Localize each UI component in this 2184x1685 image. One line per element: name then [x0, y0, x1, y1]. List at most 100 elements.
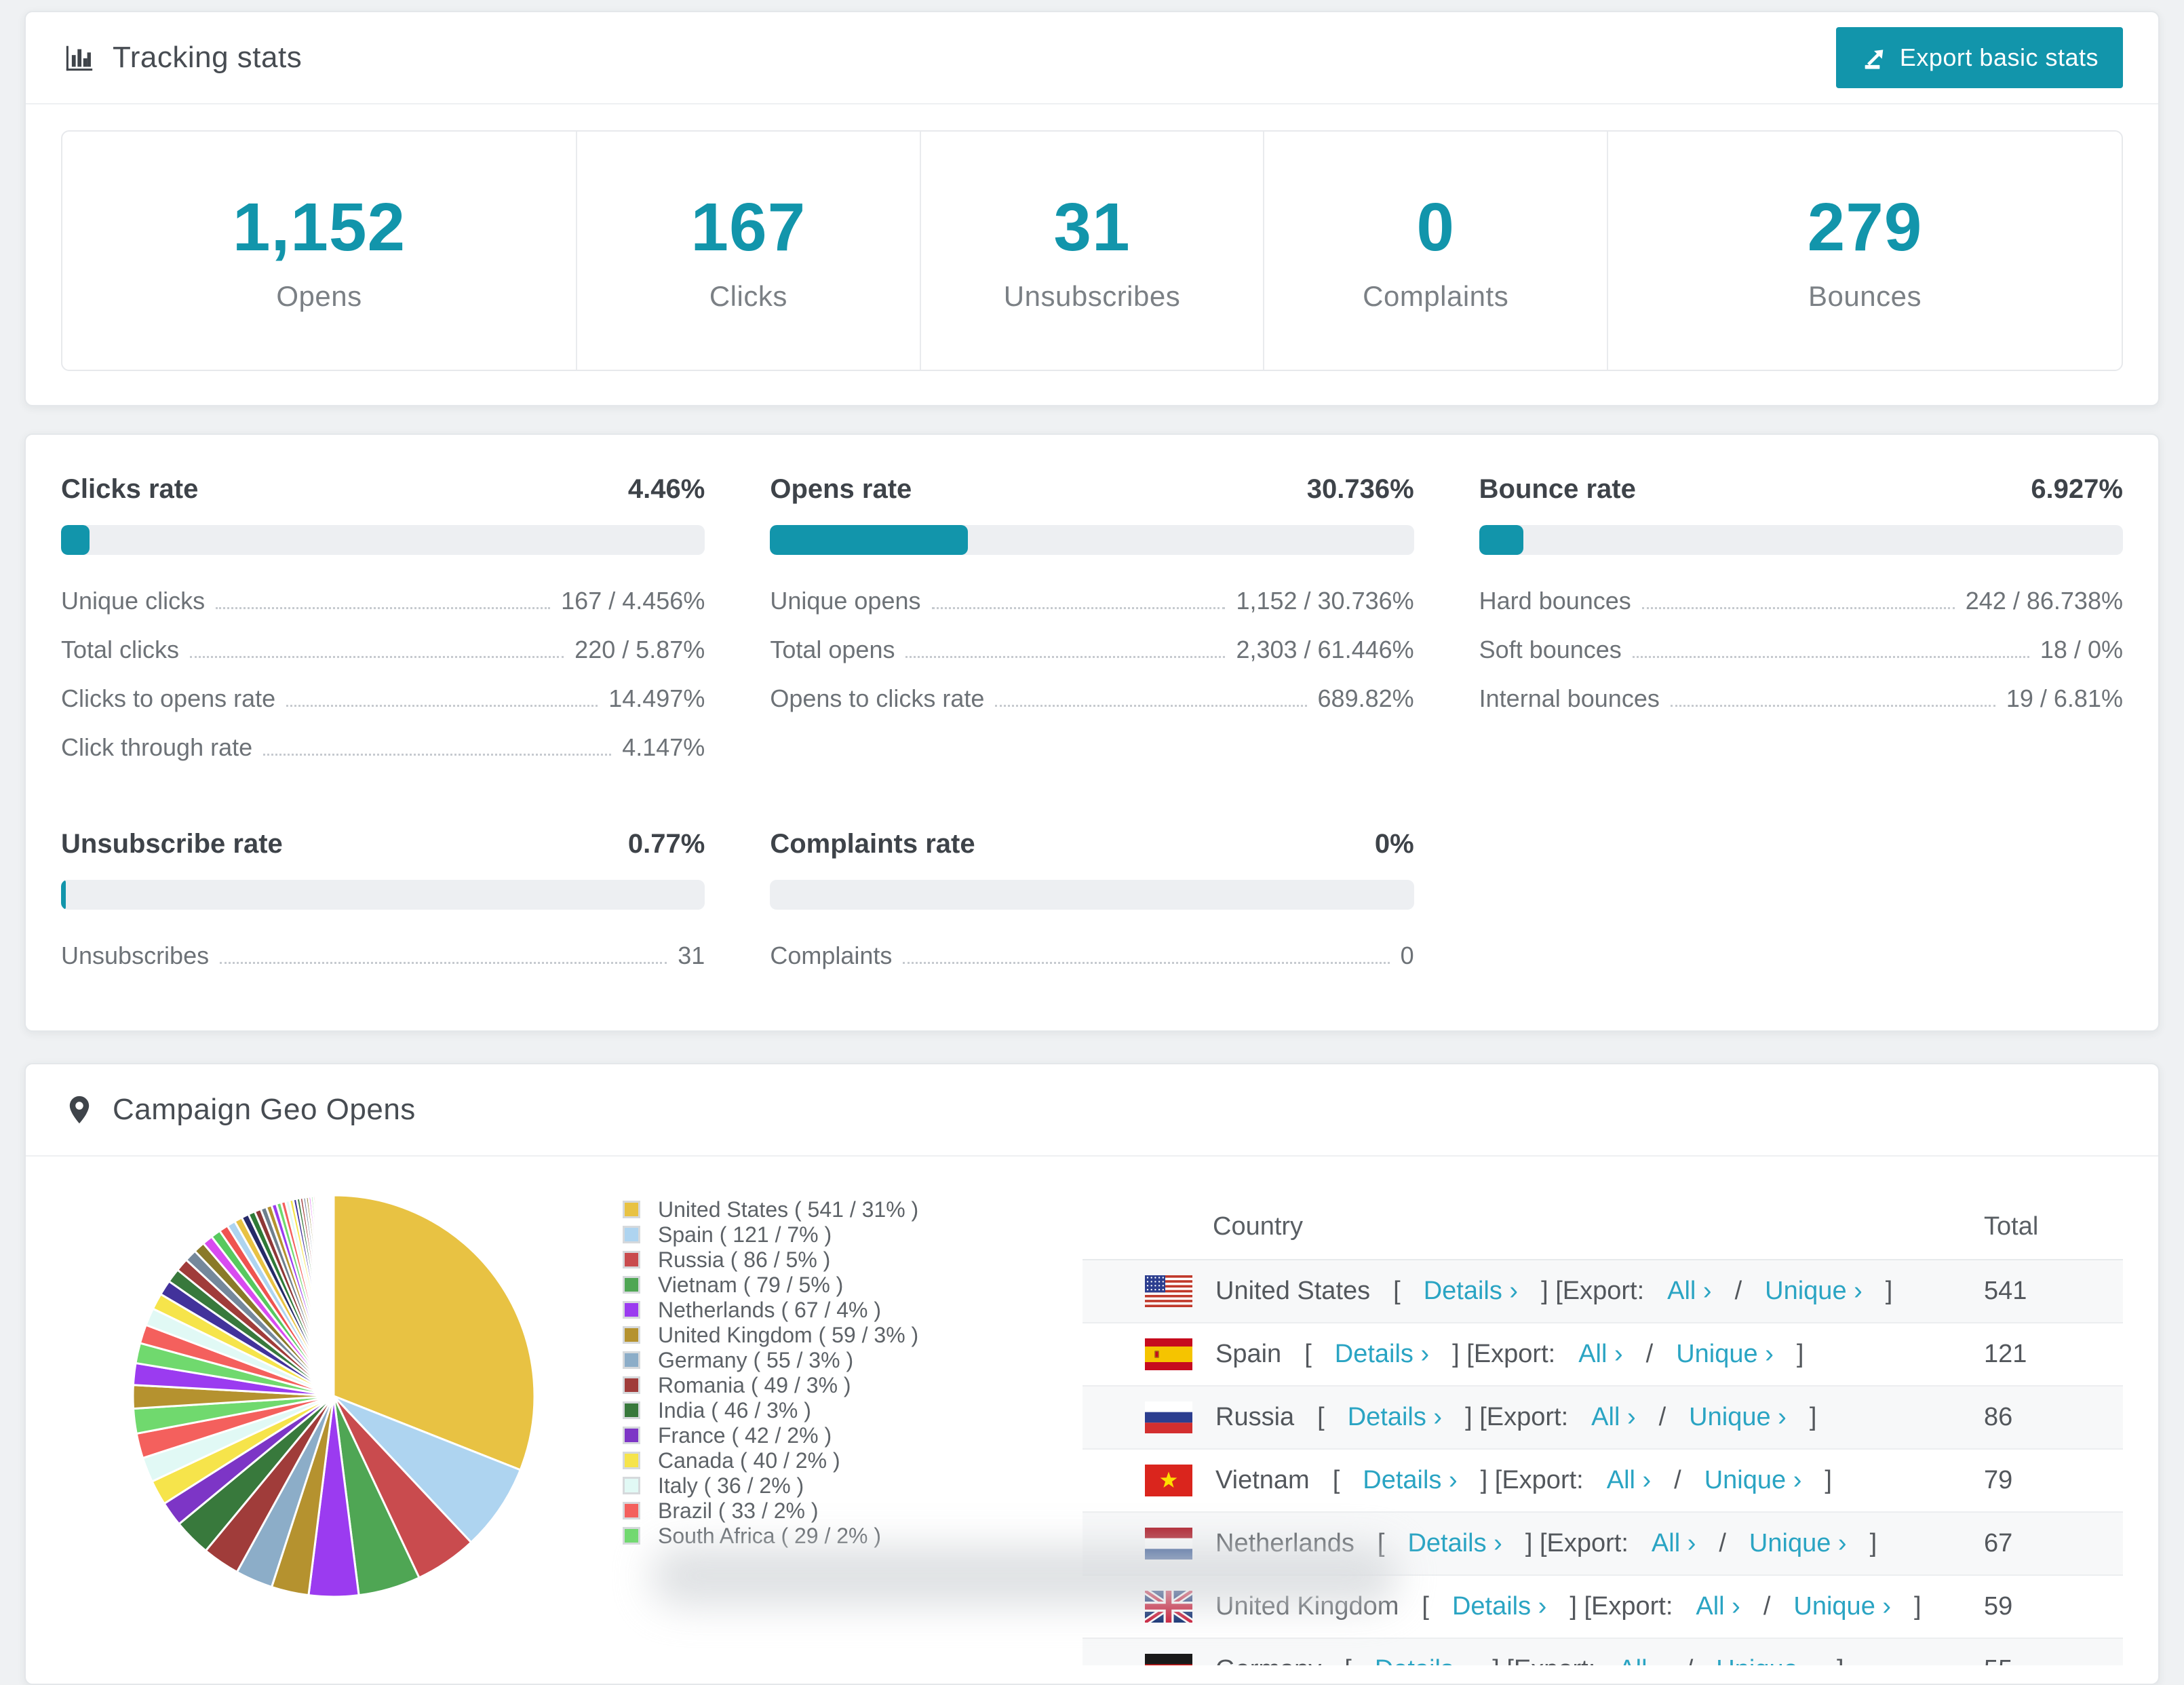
geo-total-cell: 67 [1984, 1512, 2123, 1576]
geo-export-all-link[interactable]: All › [1667, 1277, 1711, 1306]
rate-title: Unsubscribe rate [61, 829, 283, 859]
legend-item: Canada ( 40 / 2% ) [623, 1448, 918, 1473]
rate-row: Hard bounces 242 / 86.738% [1479, 577, 2123, 625]
legend-item: United Kingdom ( 59 / 3% ) [623, 1323, 918, 1347]
summary-stat-value: 167 [690, 189, 806, 265]
dotted-leader [1632, 656, 2029, 658]
legend-item: Brazil ( 33 / 2% ) [623, 1498, 918, 1523]
rate-progress-bar [1479, 525, 2123, 555]
geo-export-unique-link[interactable]: Unique › [1793, 1592, 1891, 1621]
geo-export-all-link[interactable]: All › [1591, 1403, 1635, 1432]
legend-color-swatch [623, 1527, 640, 1545]
geo-details-link[interactable]: Details › [1348, 1403, 1442, 1432]
geo-details-link[interactable]: Details › [1407, 1529, 1502, 1558]
export-icon [1865, 50, 1884, 69]
rates-grid: Clicks rate 4.46% Unique clicks 167 / 4.456… [61, 474, 2123, 980]
geo-export-unique-link[interactable]: Unique › [1716, 1655, 1814, 1665]
geo-export-unique-link[interactable]: Unique › [1749, 1529, 1847, 1558]
geo-export-all-link[interactable]: All › [1578, 1340, 1622, 1369]
rate-title: Complaints rate [770, 829, 975, 859]
geo-export-all-link[interactable]: All › [1607, 1466, 1651, 1495]
rate-value: 6.927% [2031, 474, 2123, 504]
flag-icon-vn [1145, 1465, 1192, 1496]
geo-table-row: Russia [Details ›] [Export: All › / Uniq… [1083, 1386, 2123, 1450]
rate-value: 0% [1374, 829, 1414, 859]
rate-progress-fill [61, 525, 90, 555]
rate-header: Unsubscribe rate 0.77% [61, 829, 705, 859]
dotted-leader [1641, 607, 1955, 609]
summary-stat-box: 167 Clicks [577, 132, 921, 370]
legend-item: France ( 42 / 2% ) [623, 1423, 918, 1448]
flag-icon-de [1145, 1654, 1192, 1665]
legend-color-swatch [623, 1351, 640, 1369]
rate-row: Clicks to opens rate 14.497% [61, 674, 705, 723]
summary-stat-box: 31 Unsubscribes [921, 132, 1265, 370]
rate-row-label: Internal bounces [1479, 684, 1660, 712]
rate-row-label: Total opens [770, 636, 895, 663]
geo-export-all-link[interactable]: All › [1696, 1592, 1740, 1621]
legend-label: Canada ( 40 / 2% ) [658, 1448, 840, 1473]
summary-stat-label: Unsubscribes [1003, 280, 1181, 312]
geo-details-link[interactable]: Details › [1424, 1277, 1518, 1306]
rate-row: Total clicks 220 / 5.87% [61, 625, 705, 674]
rate-row-value: 18 / 0% [2040, 636, 2123, 663]
legend-item: Netherlands ( 67 / 4% ) [623, 1297, 918, 1322]
rate-row-value: 220 / 5.87% [574, 636, 705, 663]
export-basic-stats-button[interactable]: Export basic stats [1835, 27, 2123, 88]
geo-details-link[interactable]: Details › [1335, 1340, 1429, 1369]
geo-export-unique-link[interactable]: Unique › [1689, 1403, 1787, 1432]
geo-export-unique-link[interactable]: Unique › [1676, 1340, 1774, 1369]
summary-stat-label: Clicks [709, 280, 787, 312]
geo-export-unique-link[interactable]: Unique › [1704, 1466, 1802, 1495]
geo-export-all-link[interactable]: All › [1652, 1529, 1696, 1558]
rate-row-label: Clicks to opens rate [61, 684, 276, 712]
rate-row-value: 0 [1400, 942, 1414, 969]
summary-stat-box: 0 Complaints [1264, 132, 1609, 370]
rate-row-value: 31 [678, 942, 705, 969]
rate-row-value: 689.82% [1317, 684, 1414, 712]
dotted-leader [995, 705, 1307, 707]
geo-title: Campaign Geo Opens [113, 1093, 416, 1126]
rate-block: Bounce rate 6.927% Hard bounces 242 / 86.73… [1479, 474, 2123, 772]
geo-country-cell: Spain [Details ›] [Export: All › / Uniqu… [1083, 1323, 1984, 1387]
rate-row-label: Unique opens [770, 587, 921, 615]
summary-stat-value: 1,152 [232, 189, 406, 265]
geo-export-all-link[interactable]: All › [1618, 1655, 1662, 1665]
rate-header: Clicks rate 4.46% [61, 474, 705, 505]
summary-stat-value: 31 [1053, 189, 1131, 265]
geo-country-name: Germany [1215, 1655, 1321, 1665]
dotted-leader [263, 754, 612, 756]
legend-label: Vietnam ( 79 / 5% ) [658, 1272, 844, 1297]
tracking-stats-card: Tracking stats Export basic stats 1,152 O… [24, 11, 2160, 406]
legend-color-swatch [623, 1276, 640, 1294]
geo-export-unique-link[interactable]: Unique › [1765, 1277, 1863, 1306]
legend-label: India ( 46 / 3% ) [658, 1397, 811, 1422]
geo-details-link[interactable]: Details › [1375, 1655, 1469, 1665]
legend-label: Italy ( 36 / 2% ) [658, 1473, 804, 1498]
dotted-leader [220, 962, 667, 964]
rate-header: Complaints rate 0% [770, 829, 1413, 859]
legend-label: Russia ( 86 / 5% ) [658, 1247, 831, 1272]
rate-rows: Hard bounces 242 / 86.738% Soft bounces 18 … [1479, 577, 2123, 723]
rate-row: Unsubscribes 31 [61, 931, 705, 980]
rate-row: Click through rate 4.147% [61, 723, 705, 772]
geo-pie-chart [117, 1179, 551, 1613]
rate-title: Clicks rate [61, 474, 199, 504]
geo-total-cell: 541 [1984, 1260, 2123, 1323]
dotted-leader [931, 607, 1226, 609]
rate-row: Complaints 0 [770, 931, 1413, 980]
legend-label: Netherlands ( 67 / 4% ) [658, 1297, 882, 1322]
geo-country-inner: United States [Details ›] [Export: All ›… [1083, 1275, 1984, 1307]
rate-row-label: Opens to clicks rate [770, 684, 985, 712]
rate-row: Total opens 2,303 / 61.446% [770, 625, 1413, 674]
geo-table-row: Spain [Details ›] [Export: All › / Uniqu… [1083, 1323, 2123, 1387]
rate-value: 4.46% [627, 474, 705, 504]
legend-label: Germany ( 55 / 3% ) [658, 1347, 854, 1372]
tracking-stats-header: Tracking stats Export basic stats [26, 12, 2158, 104]
geo-details-link[interactable]: Details › [1452, 1592, 1546, 1621]
legend-color-swatch [623, 1326, 640, 1344]
geo-details-link[interactable]: Details › [1363, 1466, 1457, 1495]
rate-row-value: 4.147% [622, 733, 705, 761]
rate-row-value: 19 / 6.81% [2006, 684, 2123, 712]
legend-color-swatch [623, 1502, 640, 1519]
